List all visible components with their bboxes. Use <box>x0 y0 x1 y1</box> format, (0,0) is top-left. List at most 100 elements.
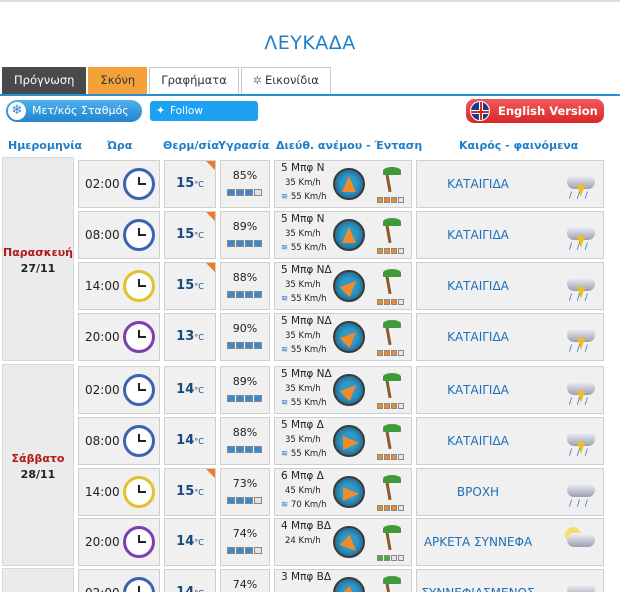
day-date: 28/11 <box>20 468 56 481</box>
wind-bar <box>384 454 390 460</box>
temperature-unit: °C <box>194 231 204 240</box>
header-humidity: Υγρασία <box>218 139 270 152</box>
humidity-cell: 89% <box>220 366 270 414</box>
humidity-bar <box>254 291 262 298</box>
humidity-bar <box>254 446 262 453</box>
day-cell: Παρασκευή 27/11 <box>2 157 74 361</box>
palm-leaves <box>383 269 401 277</box>
temperature-cell: 14°C <box>164 417 216 465</box>
header-weather: Καιρός - φαινόμενα <box>459 139 579 152</box>
weather-condition: ΚΑΤΑΙΓΙΔΑ <box>447 383 509 397</box>
wind-bar <box>391 299 397 305</box>
english-version-label: English Version <box>498 104 598 118</box>
header-time: Ώρα <box>107 139 133 152</box>
wind-bar <box>398 505 404 511</box>
time-cell: 02:00 <box>78 160 160 208</box>
page-title: ΛΕΥΚΑΔΑ <box>264 32 356 54</box>
wind-bar <box>377 505 383 511</box>
humidity-value: 74% <box>232 527 258 540</box>
weather-cell: ΚΑΤΑΙΓΙΔΑ / / / <box>416 366 604 414</box>
humidity-cell: 90% <box>220 313 270 361</box>
cloud-icon <box>567 584 595 592</box>
gust-value: 55 Km/h <box>290 192 327 202</box>
humidity-bar <box>227 291 235 298</box>
humidity-cell: 88% <box>220 262 270 310</box>
wind-intensity-bars <box>377 248 405 254</box>
wind-direction-label: 5 Μπφ ΝΔ <box>281 368 332 380</box>
temperature-value: 15°C <box>165 176 215 191</box>
wind-speed: 35 Km/h <box>285 229 321 239</box>
wind-intensity-bars <box>377 197 405 203</box>
temperature-unit: °C <box>194 437 204 446</box>
wind-cell: 5 Μπφ Δ 35 Km/h ≋ 55 Km/h <box>274 417 412 465</box>
temperature-value: 15°C <box>165 278 215 293</box>
humidity-bar <box>227 189 235 196</box>
weather-condition: ΣΥΝΝΕΦΙΑΣΜΕΝΟΣ <box>417 586 539 592</box>
wind-intensity-icon <box>375 164 405 194</box>
palm-trunk <box>385 430 392 450</box>
wind-direction-label: 6 Μπφ Δ <box>281 470 324 482</box>
clock-minute-hand <box>138 234 146 236</box>
wind-direction-label: 4 Μπφ ΒΔ <box>281 520 332 532</box>
wind-intensity-icon <box>375 573 405 592</box>
twitter-follow-button[interactable]: ✦ Follow @meteogr <box>150 101 258 137</box>
humidity-cell: 74% <box>220 569 270 592</box>
humidity-bar <box>227 342 235 349</box>
temperature-cell: 15°C <box>164 211 216 259</box>
palm-leaves <box>383 525 401 533</box>
tab-forecast[interactable]: Πρόγνωση <box>2 67 87 94</box>
palm-trunk <box>385 379 392 399</box>
wind-speed: 35 Km/h <box>285 435 321 445</box>
humidity-bar <box>227 446 235 453</box>
wind-cell: 5 Μπφ ΝΔ 35 Km/h ≋ 55 Km/h <box>274 366 412 414</box>
humidity-cell: 88% <box>220 417 270 465</box>
day-cell: Σάββατο 28/11 <box>2 364 74 566</box>
clock-minute-hand <box>138 389 146 391</box>
tab-charts[interactable]: Γραφήματα <box>149 67 239 94</box>
wind-cell: 5 Μπφ ΝΔ 35 Km/h ≋ 55 Km/h <box>274 262 412 310</box>
humidity-bars <box>227 240 263 247</box>
english-version-button[interactable]: English Version <box>466 99 604 123</box>
clock-minute-hand <box>138 491 146 493</box>
day-name: Σάββατο <box>11 452 65 465</box>
weather-station-icon: ❄ <box>8 102 26 120</box>
wind-bar <box>377 197 383 203</box>
time-cell: 08:00 <box>78 417 160 465</box>
weather-condition-icon: / / / <box>563 322 599 354</box>
wind-bar <box>384 505 390 511</box>
weather-condition: ΚΑΤΑΙΓΙΔΑ <box>447 228 509 242</box>
gust-icon: ≋ <box>281 345 291 355</box>
humidity-bar <box>227 395 235 402</box>
tab-dust[interactable]: Σκόνη <box>88 67 148 94</box>
wind-bar <box>384 248 390 254</box>
wind-speed: 35 Km/h <box>285 280 321 290</box>
humidity-bar <box>236 189 244 196</box>
wind-direction-icon <box>333 168 365 200</box>
weather-condition: ΚΑΤΑΙΓΙΔΑ <box>447 434 509 448</box>
forecast-page: ΛΕΥΚΑΔΑ Πρόγνωση Σκόνη Γραφήματα ✲ Εικονί… <box>0 0 620 592</box>
wind-gust: ≋ 70 Km/h <box>281 500 326 510</box>
cloud-icon <box>567 483 595 497</box>
clock-icon <box>123 270 155 302</box>
gust-value: 70 Km/h <box>290 500 327 510</box>
tab-icons[interactable]: ✲ Εικονίδια <box>240 67 331 94</box>
clock-minute-hand <box>138 541 146 543</box>
wind-arrow-icon <box>342 176 356 192</box>
palm-trunk <box>385 531 392 551</box>
gust-value: 55 Km/h <box>290 345 327 355</box>
temperature-number: 15 <box>176 278 195 293</box>
time-cell: 14:00 <box>78 262 160 310</box>
wind-bar <box>398 350 404 356</box>
wind-gust: ≋ 55 Km/h <box>281 398 326 408</box>
gust-value: 55 Km/h <box>290 398 327 408</box>
wind-bar <box>391 197 397 203</box>
wind-arrow-icon <box>339 585 362 592</box>
temperature-cell: 14°C <box>164 518 216 566</box>
wind-bar <box>384 350 390 356</box>
tab-bar: Πρόγνωση Σκόνη Γραφήματα ✲ Εικονίδια <box>2 67 333 94</box>
wind-bar <box>377 555 383 561</box>
wind-bar <box>391 555 397 561</box>
palm-leaves <box>383 167 401 175</box>
wind-intensity-bars <box>377 350 405 356</box>
weather-station-button[interactable]: ❄ Μετ/κός Σταθμός <box>6 100 142 122</box>
